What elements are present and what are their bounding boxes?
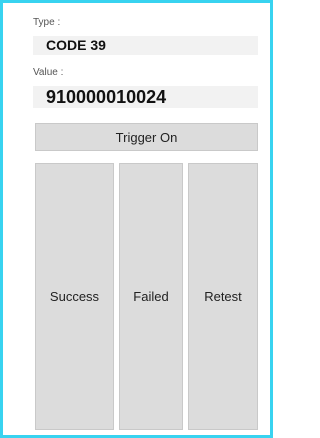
success-label: Success bbox=[49, 289, 100, 304]
type-label: Type : bbox=[33, 17, 61, 28]
value-value-field: 910000010024 bbox=[33, 86, 258, 108]
failed-button[interactable]: Failed bbox=[119, 163, 183, 430]
success-button[interactable]: Success bbox=[35, 163, 114, 430]
trigger-on-label: Trigger On bbox=[115, 129, 178, 145]
trigger-on-button[interactable]: Trigger On bbox=[35, 123, 258, 151]
failed-label: Failed bbox=[133, 289, 169, 304]
retest-label: Retest bbox=[204, 289, 242, 304]
value-label: Value : bbox=[33, 67, 64, 78]
retest-button[interactable]: Retest bbox=[188, 163, 258, 430]
type-value-field: CODE 39 bbox=[33, 36, 258, 55]
